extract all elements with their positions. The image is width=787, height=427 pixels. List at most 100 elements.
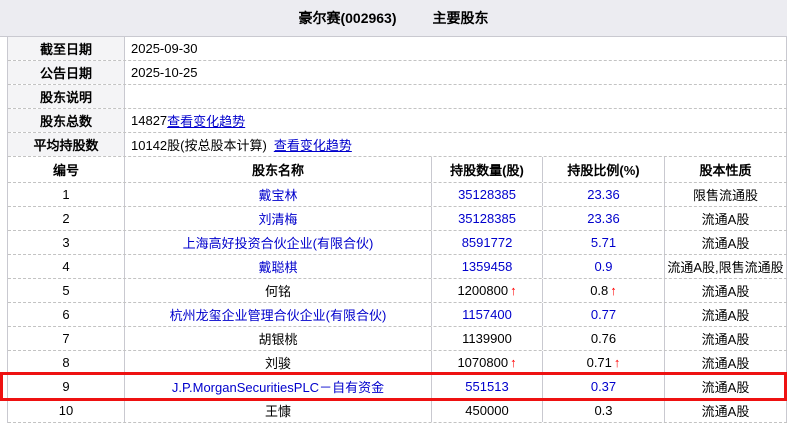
page-section-title: 主要股东 [433, 8, 489, 28]
view-trend-link[interactable]: 查看变化趋势 [167, 111, 245, 130]
cell-shares-held: 1139900 [432, 327, 543, 350]
cell-holding-ratio: 0.3 [543, 399, 665, 422]
stock-name-code: 豪尔赛(002963) [298, 8, 396, 28]
cell-holding-ratio: 0.71↑ [543, 351, 665, 374]
cell-rank: 8 [8, 351, 125, 374]
info-row-value [125, 85, 787, 108]
cell-shares-held: 35128385 [432, 207, 543, 230]
shareholder-name-link[interactable]: J.P.MorganSecuritiesPLC－自有资金 [172, 377, 384, 396]
shares-value: 1359458 [462, 259, 513, 274]
info-value-text: 2025-09-30 [131, 41, 198, 56]
shares-value: 1070800 [457, 355, 508, 370]
cell-shares-held: 8591772 [432, 231, 543, 254]
table-row: 4戴聪棋13594580.9流通A股,限售流通股 [8, 255, 787, 279]
cell-holding-ratio: 23.36 [543, 183, 665, 206]
ratio-value: 0.77 [591, 307, 616, 322]
cell-rank: 1 [8, 183, 125, 206]
info-row-value: 10142股(按总股本计算) 查看变化趋势 [125, 133, 787, 156]
table-row: 1 戴宝林 35128385 23.36 限售流通股 [8, 183, 787, 207]
table-row: 8刘骏1070800↑0.71↑流通A股 [8, 351, 787, 375]
shareholder-name: 王慷 [265, 401, 291, 420]
shares-value: 551513 [465, 379, 508, 394]
column-header-3: 持股数量(股) [432, 157, 543, 182]
info-row-label: 公告日期 [8, 61, 125, 84]
info-value-text: 10142股(按总股本计算) [131, 135, 267, 154]
cell-shares-held: 1200800↑ [432, 279, 543, 302]
shares-value: 1157400 [462, 307, 512, 322]
shareholder-name-link[interactable]: 上海高好投资合伙企业(有限合伙) [183, 233, 374, 252]
cell-share-nature: 流通A股,限售流通股 [665, 255, 787, 278]
up-arrow-icon: ↑ [510, 283, 517, 298]
shares-value: 1139900 [462, 331, 512, 346]
cell-shares-held: 1157400 [432, 303, 543, 326]
shareholder-name-link[interactable]: 刘清梅 [258, 209, 297, 228]
view-trend-link[interactable]: 查看变化趋势 [274, 135, 352, 154]
table-row: 3上海高好投资合伙企业(有限合伙)85917725.71流通A股 [8, 231, 787, 255]
shareholders-table: 编号股东名称持股数量(股)持股比例(%)股本性质 1戴宝林3512838523.… [8, 157, 787, 423]
cell-share-nature: 限售流通股 [665, 183, 787, 206]
cell-rank: 10 [8, 399, 125, 422]
cell-shares-held: 35128385 [432, 183, 543, 206]
column-header-4: 持股比例(%) [543, 157, 665, 182]
cell-share-nature: 流通A股 [665, 399, 787, 422]
ratio-value: 0.71 [587, 355, 612, 370]
cell-shareholder-name: J.P.MorganSecuritiesPLC－自有资金 [125, 375, 432, 398]
cell-holding-ratio: 0.8↑ [543, 279, 665, 302]
cell-holding-ratio: 0.76 [543, 327, 665, 350]
cell-holding-ratio: 0.77 [543, 303, 665, 326]
shareholder-name-link[interactable]: 戴宝林 [258, 185, 297, 204]
ratio-value: 23.36 [587, 187, 620, 202]
stock-shareholders-page: 豪尔赛(002963) 主要股东 截至日期 2025-09-30 公告日期 2025-… [0, 0, 787, 427]
info-row: 公告日期 2025-10-25 [8, 61, 787, 85]
table-body: 1戴宝林3512838523.36限售流通股2刘清梅3512838523.36流… [8, 183, 787, 423]
column-header-2: 股东名称 [125, 157, 432, 182]
cell-share-nature: 流通A股 [665, 375, 787, 398]
page-content: 截至日期2025-09-30公告日期2025-10-25股东说明股东总数1482… [7, 37, 787, 423]
summary-info-table: 截至日期2025-09-30公告日期2025-10-25股东说明股东总数1482… [8, 37, 787, 157]
shares-value: 1200800 [457, 283, 508, 298]
cell-shareholder-name: 上海高好投资合伙企业(有限合伙) [125, 231, 432, 254]
shares-value: 35128385 [458, 211, 516, 226]
cell-shares-held: 551513 [432, 375, 543, 398]
table-row: 7胡银桃11399000.76流通A股 [8, 327, 787, 351]
info-value-text: 2025-10-25 [131, 65, 198, 80]
info-row-label: 股东说明 [8, 85, 125, 108]
page-title-bar: 豪尔赛(002963) 主要股东 [0, 0, 787, 37]
table-row: 10王慷4500000.3流通A股 [8, 399, 787, 423]
info-row-label: 平均持股数 [8, 133, 125, 156]
cell-shareholder-name: 杭州龙玺企业管理合伙企业(有限合伙) [125, 303, 432, 326]
cell-share-nature: 流通A股 [665, 231, 787, 254]
table-row: 9 J.P.MorganSecuritiesPLC－自有资金 551513 0.37流… [8, 375, 787, 399]
info-row-value: 14827查看变化趋势 [125, 109, 787, 132]
cell-rank: 2 [8, 207, 125, 230]
info-row-value: 2025-10-25 [125, 61, 787, 84]
info-row-label: 截至日期 [8, 37, 125, 60]
table-row: 2 刘清梅 35128385 23.36流通A股 [8, 207, 787, 231]
cell-rank: 7 [8, 327, 125, 350]
cell-rank: 9 [8, 375, 125, 398]
shareholder-name-link[interactable]: 杭州龙玺企业管理合伙企业(有限合伙) [170, 305, 387, 324]
shares-value: 8591772 [462, 235, 513, 250]
cell-share-nature: 流通A股 [665, 207, 787, 230]
info-row: 截至日期 2025-09-30 [8, 37, 787, 61]
cell-share-nature: 流通A股 [665, 303, 787, 326]
cell-share-nature: 流通A股 [665, 279, 787, 302]
info-row-value: 2025-09-30 [125, 37, 787, 60]
cell-share-nature: 流通A股 [665, 351, 787, 374]
up-arrow-icon: ↑ [510, 355, 517, 370]
cell-shares-held: 1070800↑ [432, 351, 543, 374]
info-value-text: 14827 [131, 113, 167, 128]
info-row: 股东总数14827查看变化趋势 [8, 109, 787, 133]
column-header-5: 股本性质 [665, 157, 787, 182]
cell-holding-ratio: 0.37 [543, 375, 665, 398]
info-row-label: 股东总数 [8, 109, 125, 132]
cell-holding-ratio: 23.36 [543, 207, 665, 230]
info-row: 平均持股数 10142股(按总股本计算) 查看变化趋势 [8, 133, 787, 157]
shareholder-name-link[interactable]: 戴聪棋 [258, 257, 297, 276]
ratio-value: 0.3 [594, 403, 612, 418]
cell-rank: 6 [8, 303, 125, 326]
cell-shareholder-name: 刘清梅 [125, 207, 432, 230]
cell-shareholder-name: 戴聪棋 [125, 255, 432, 278]
shareholder-name: 何铭 [265, 281, 291, 300]
info-row: 股东说明 [8, 85, 787, 109]
